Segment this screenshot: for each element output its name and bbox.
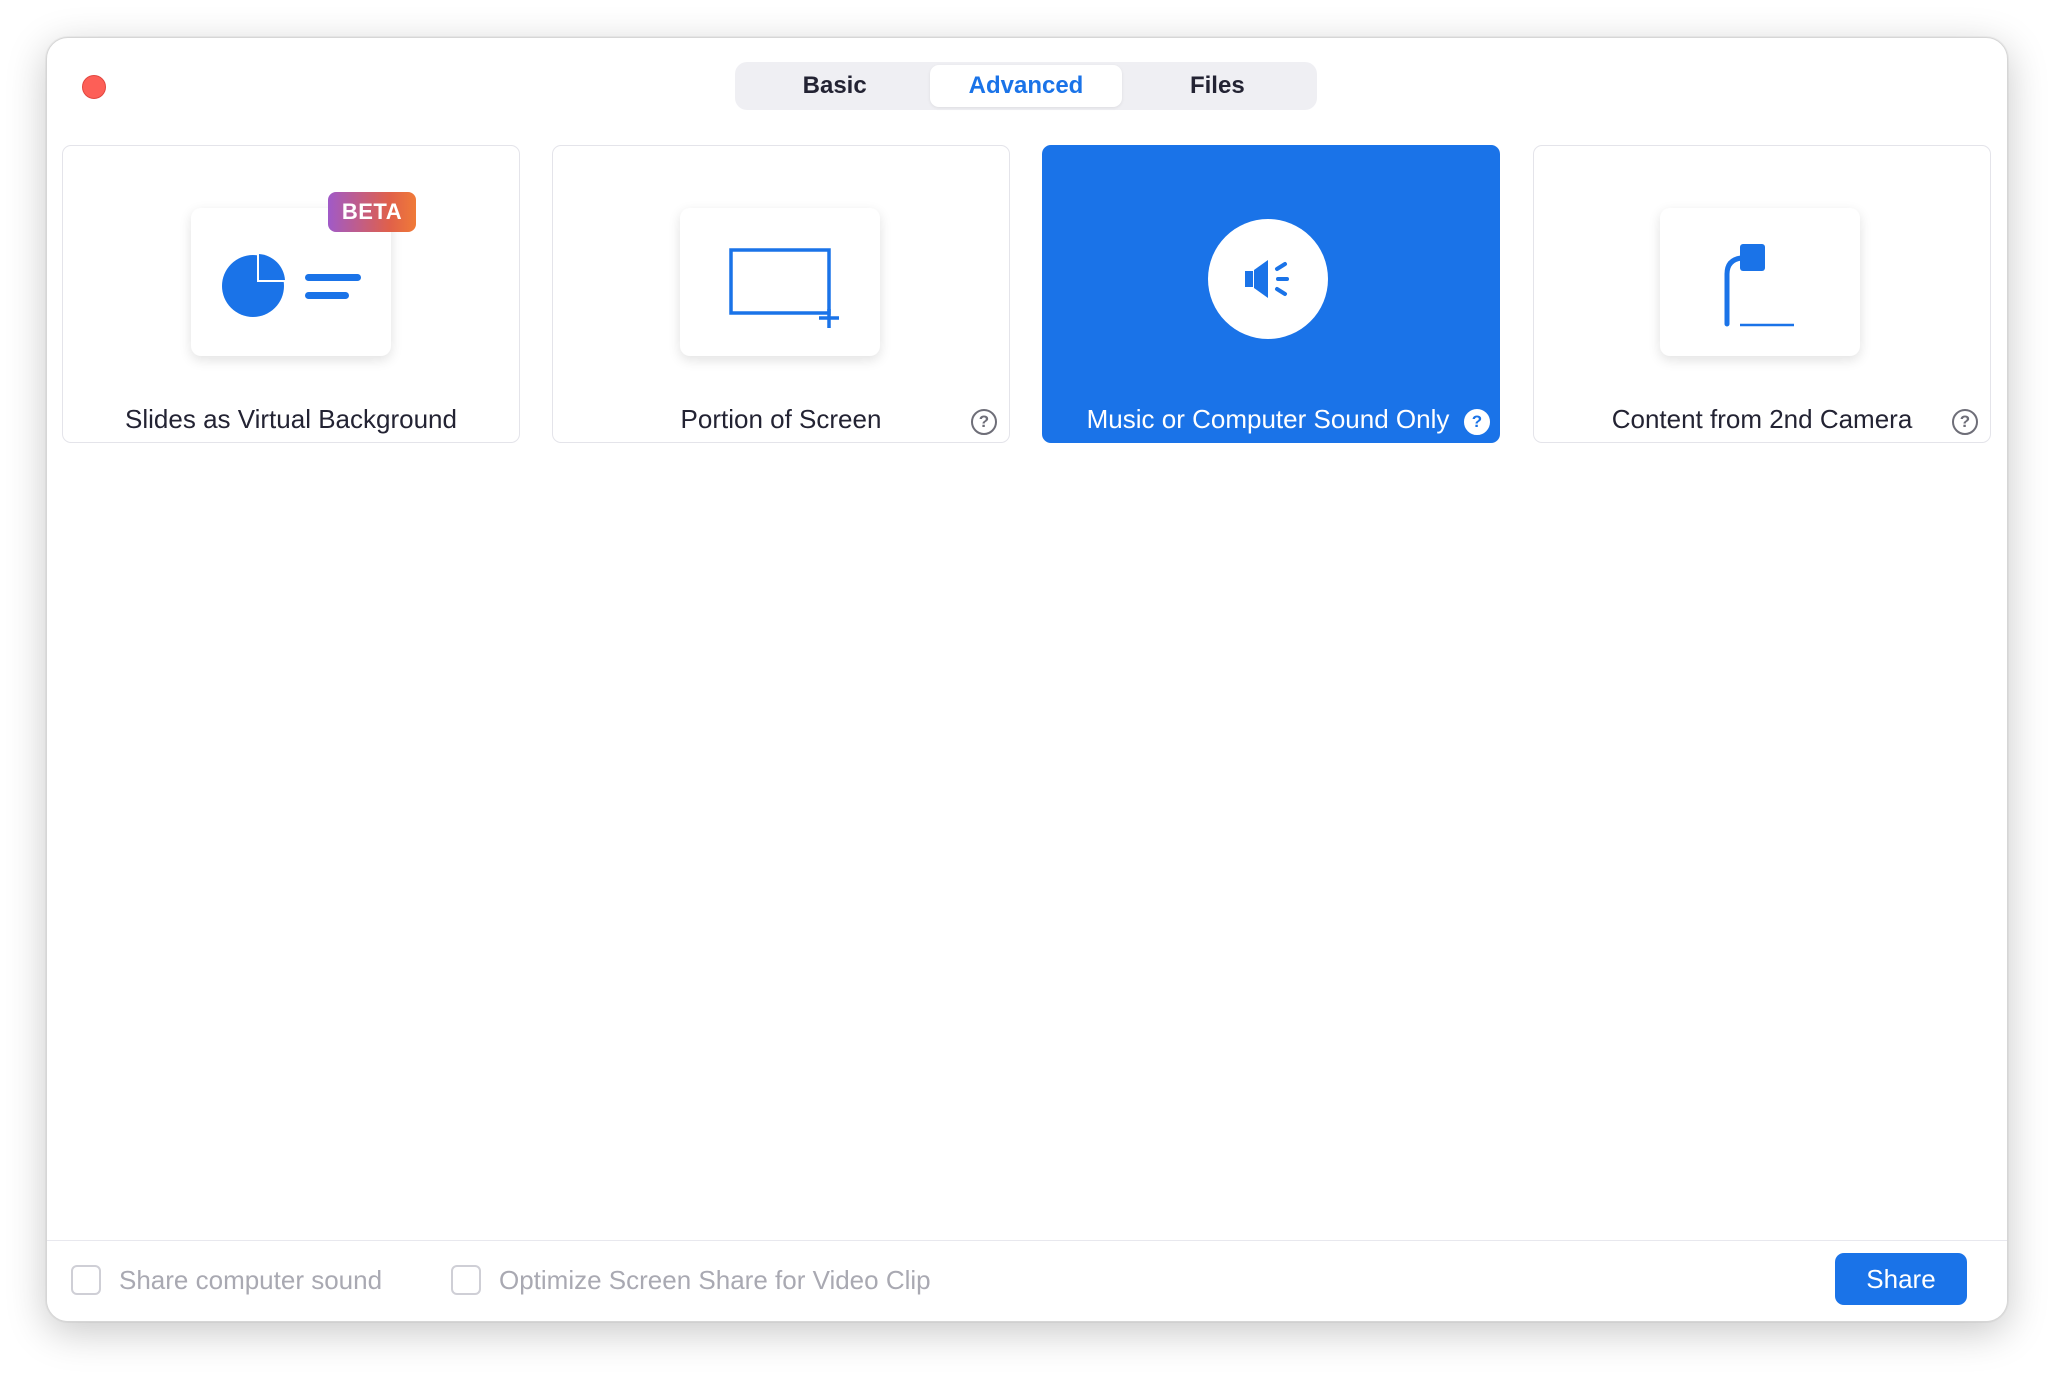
option-content-2nd-camera[interactable]: Content from 2nd Camera ?	[1533, 145, 1991, 443]
share-options-grid: BETA Slides as Virtual Background Portio…	[62, 145, 1992, 445]
portion-thumbnail	[680, 208, 880, 356]
share-screen-window: Basic Advanced Files BETA Slides as Virt…	[46, 37, 2008, 1322]
optimize-video-clip-label: Optimize Screen Share for Video Clip	[499, 1265, 931, 1295]
option-slides-virtual-background[interactable]: BETA Slides as Virtual Background	[62, 145, 520, 443]
option-label: Music or Computer Sound Only	[1086, 404, 1450, 434]
option-label: Content from 2nd Camera	[1611, 404, 1913, 434]
camera-thumbnail	[1660, 208, 1860, 356]
help-icon[interactable]: ?	[1464, 409, 1490, 435]
optimize-video-clip-checkbox[interactable]	[451, 1265, 481, 1295]
tab-basic[interactable]: Basic	[739, 65, 930, 107]
tab-bar: Basic Advanced Files	[735, 62, 1317, 110]
help-icon[interactable]: ?	[1952, 409, 1978, 435]
share-computer-sound-checkbox[interactable]	[71, 1265, 101, 1295]
speaker-icon	[1245, 260, 1289, 298]
option-label: Portion of Screen	[680, 404, 882, 434]
option-label: Slides as Virtual Background	[125, 404, 457, 434]
option-portion-of-screen[interactable]: Portion of Screen ?	[552, 145, 1010, 443]
beta-badge: BETA	[328, 192, 416, 232]
footer-bar: Share computer sound Optimize Screen Sha…	[47, 1240, 2007, 1321]
portion-screen-icon	[729, 248, 839, 328]
sound-circle	[1208, 219, 1328, 339]
help-icon[interactable]: ?	[971, 409, 997, 435]
option-music-computer-sound[interactable]: Music or Computer Sound Only ?	[1042, 145, 1500, 443]
share-computer-sound-label: Share computer sound	[119, 1265, 383, 1295]
tab-advanced[interactable]: Advanced	[930, 65, 1122, 107]
document-camera-icon	[1724, 244, 1794, 327]
close-window-button[interactable]	[82, 75, 106, 99]
share-button[interactable]: Share	[1835, 1253, 1967, 1305]
tab-files[interactable]: Files	[1122, 65, 1313, 107]
